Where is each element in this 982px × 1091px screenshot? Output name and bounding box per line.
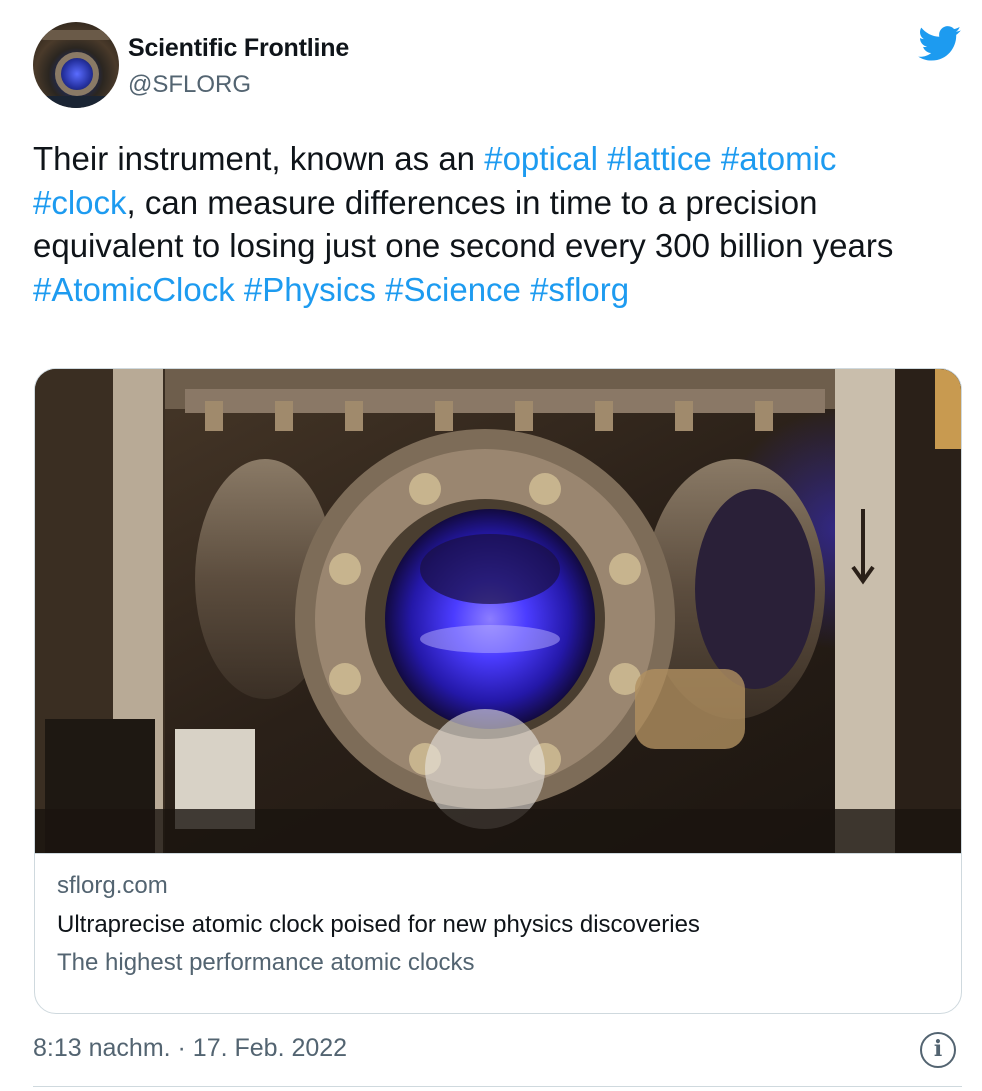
author-name[interactable]: Scientific Frontline — [128, 34, 349, 63]
card-title: Ultraprecise atomic clock poised for new… — [57, 911, 700, 938]
tweet-text-segment — [235, 271, 244, 308]
hashtag-link[interactable]: #Physics — [244, 271, 376, 308]
card-meta[interactable]: sflorg.com Ultraprecise atomic clock poi… — [35, 853, 961, 1013]
hashtag-link[interactable]: #optical — [484, 140, 598, 177]
tweet-text: Their instrument, known as an #optical #… — [33, 137, 933, 311]
hashtag-link[interactable]: #sflorg — [530, 271, 629, 308]
divider — [33, 1086, 962, 1087]
avatar[interactable] — [33, 22, 119, 108]
link-card[interactable]: sflorg.com Ultraprecise atomic clock poi… — [34, 368, 962, 1014]
hashtag-link[interactable]: #atomic — [721, 140, 837, 177]
hashtag-link[interactable]: #Science — [385, 271, 521, 308]
tweet: Scientific Frontline @SFLORG Their instr… — [0, 0, 982, 1091]
twitter-bird-icon — [918, 26, 961, 61]
tweet-text-segment — [521, 271, 530, 308]
hashtag-link[interactable]: #lattice — [607, 140, 712, 177]
tweet-timestamp[interactable]: 8:13 nachm. · 17. Feb. 2022 — [33, 1034, 347, 1063]
tweet-text-segment — [598, 140, 607, 177]
atomic-clock-photo — [35, 369, 961, 853]
card-image[interactable] — [35, 369, 961, 853]
author-handle[interactable]: @SFLORG — [128, 71, 251, 99]
tweet-text-segment — [712, 140, 721, 177]
hashtag-link[interactable]: #clock — [33, 184, 127, 221]
tweet-text-segment — [376, 271, 385, 308]
hashtag-link[interactable]: #AtomicClock — [33, 271, 235, 308]
tweet-text-segment: , can measure differences in time to a p… — [33, 183, 894, 265]
card-description: The highest performance atomic clocks — [57, 949, 475, 976]
tweet-text-segment: Their instrument, known as an — [33, 140, 485, 177]
info-icon[interactable]: i — [920, 1032, 956, 1068]
card-domain: sflorg.com — [57, 872, 168, 899]
